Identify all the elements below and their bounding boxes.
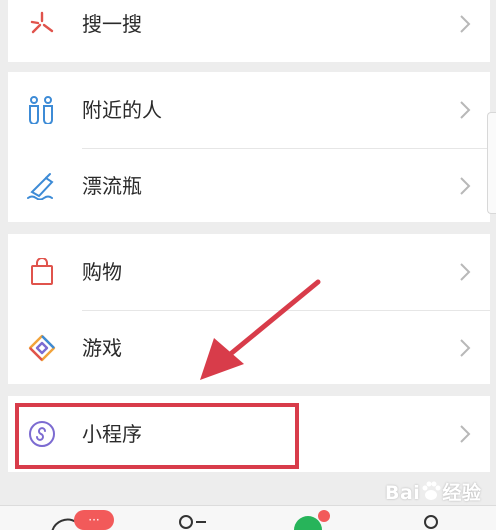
chats-tab-icon[interactable]: ··· xyxy=(46,510,116,530)
shopping-bag-icon xyxy=(31,258,53,285)
discover-tab-icon[interactable] xyxy=(290,510,338,530)
chevron-right-icon xyxy=(460,15,471,33)
discover-group-social: 附近的人 漂流瓶 xyxy=(8,72,490,222)
watermark-text: Bai xyxy=(385,482,421,504)
discover-group-search: 搜一搜 xyxy=(8,0,490,62)
paw-logo-icon xyxy=(422,481,441,500)
menu-item-label: 游戏 xyxy=(82,336,122,360)
chevron-right-icon xyxy=(460,177,471,195)
chevron-right-icon xyxy=(460,263,471,281)
me-tab-icon[interactable] xyxy=(420,512,442,530)
game-diamond-icon xyxy=(28,334,56,362)
scroll-indicator[interactable] xyxy=(487,112,496,214)
people-nearby-icon xyxy=(29,96,53,124)
bottom-tab-bar: ··· xyxy=(0,505,496,530)
menu-item-label: 购物 xyxy=(82,260,122,284)
drift-bottle-icon xyxy=(27,173,54,200)
menu-item-label: 附近的人 xyxy=(82,98,162,122)
chevron-right-icon xyxy=(460,425,471,443)
menu-item-drift-bottle[interactable]: 漂流瓶 xyxy=(8,148,490,224)
chevron-right-icon xyxy=(460,101,471,119)
discover-group-shop-games: 购物 游戏 xyxy=(8,234,490,384)
baidu-watermark: Bai 经验 xyxy=(385,478,481,505)
menu-item-label: 搜一搜 xyxy=(82,12,142,36)
menu-item-people-nearby[interactable]: 附近的人 xyxy=(8,72,490,148)
menu-item-label: 漂流瓶 xyxy=(82,174,142,198)
chats-badge: ··· xyxy=(88,513,99,527)
menu-item-search[interactable]: 搜一搜 xyxy=(8,0,490,62)
annotation-highlight-box xyxy=(15,403,299,469)
chevron-right-icon xyxy=(460,339,471,357)
menu-item-games[interactable]: 游戏 xyxy=(8,310,490,386)
contacts-tab-icon[interactable] xyxy=(176,512,210,530)
menu-item-shopping[interactable]: 购物 xyxy=(8,234,490,310)
watermark-suffix: 经验 xyxy=(442,482,482,504)
search-sparkle-icon xyxy=(30,11,54,34)
